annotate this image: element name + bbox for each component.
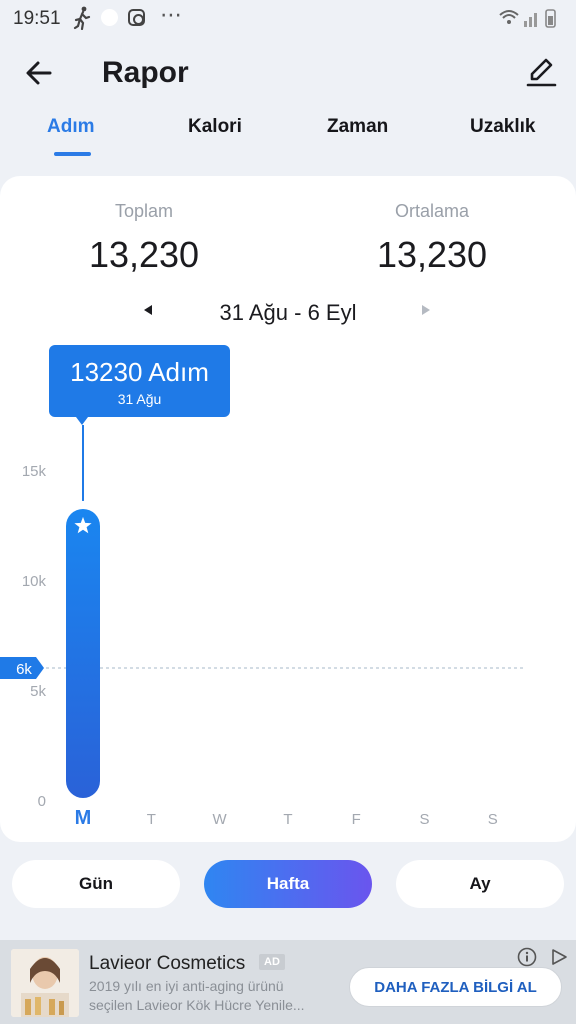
ad-text-line-2: seçilen Lavieor Kök Hücre Yenile... (89, 997, 305, 1013)
walking-icon (73, 6, 91, 30)
status-time: 19:51 (13, 8, 61, 29)
average-marker-label: 6k (16, 661, 32, 678)
wifi-signal-battery-icon (499, 9, 556, 28)
edit-pencil-icon[interactable] (524, 55, 558, 89)
ad-title[interactable]: Lavieor Cosmetics (89, 953, 245, 975)
x-category-label: F (352, 811, 361, 828)
tab-uzaklik[interactable]: Uzaklık (470, 116, 535, 138)
tab-zaman[interactable]: Zaman (327, 116, 388, 138)
instagram-icon (128, 9, 145, 26)
x-category-label: T (147, 811, 156, 828)
x-category-label: S (488, 811, 498, 828)
status-bar: 19:51 ⋯ (0, 0, 576, 36)
date-range-label: 31 Ağu - 6 Eyl (219, 300, 357, 325)
x-category-label: M (75, 807, 92, 829)
page-title: Rapor (102, 56, 189, 89)
back-arrow-icon[interactable] (22, 56, 56, 90)
tooltip-date: 31 Ağu (117, 391, 162, 407)
more-notifications-icon: ⋯ (160, 2, 183, 27)
tooltip-pointer (76, 417, 88, 425)
total-value: 13,230 (88, 234, 200, 275)
tab-adim[interactable]: Adım (47, 116, 95, 138)
x-category-label: S (419, 811, 429, 828)
selected-bar-tooltip: 13230 Adım 31 Ağu (49, 345, 230, 417)
y-tick-label: 0 (38, 793, 46, 810)
tab-kalori[interactable]: Kalori (188, 116, 242, 138)
previous-week-icon[interactable] (140, 302, 154, 318)
active-tab-indicator (54, 152, 91, 156)
average-label: Ortalama (394, 201, 470, 221)
y-tick-label: 5k (30, 683, 46, 700)
ad-text-line-1: 2019 yılı en iyi anti-aging ürünü (89, 978, 284, 994)
y-tick-label: 15k (22, 463, 47, 480)
x-category-label: T (283, 811, 292, 828)
period-week-button[interactable]: Hafta (204, 860, 372, 908)
ad-badge: AD (259, 954, 285, 970)
average-value: 13,230 (376, 234, 488, 275)
tooltip-steps: 13230 Adım (70, 357, 209, 387)
x-category-label: W (213, 811, 228, 828)
ad-choices-icon[interactable] (549, 947, 569, 967)
ad-info-icon[interactable] (517, 947, 537, 967)
ad-product-image[interactable] (11, 949, 79, 1017)
period-day-button[interactable]: Gün (12, 860, 180, 908)
next-week-icon[interactable] (420, 302, 434, 318)
period-month-button[interactable]: Ay (396, 860, 564, 908)
ad-learn-more-button[interactable]: DAHA FAZLA BİLGİ AL (349, 967, 562, 1007)
total-label: Toplam (114, 201, 174, 221)
steps-bar (66, 508, 100, 798)
notification-dot-icon (101, 9, 118, 26)
y-tick-label: 10k (22, 573, 47, 590)
